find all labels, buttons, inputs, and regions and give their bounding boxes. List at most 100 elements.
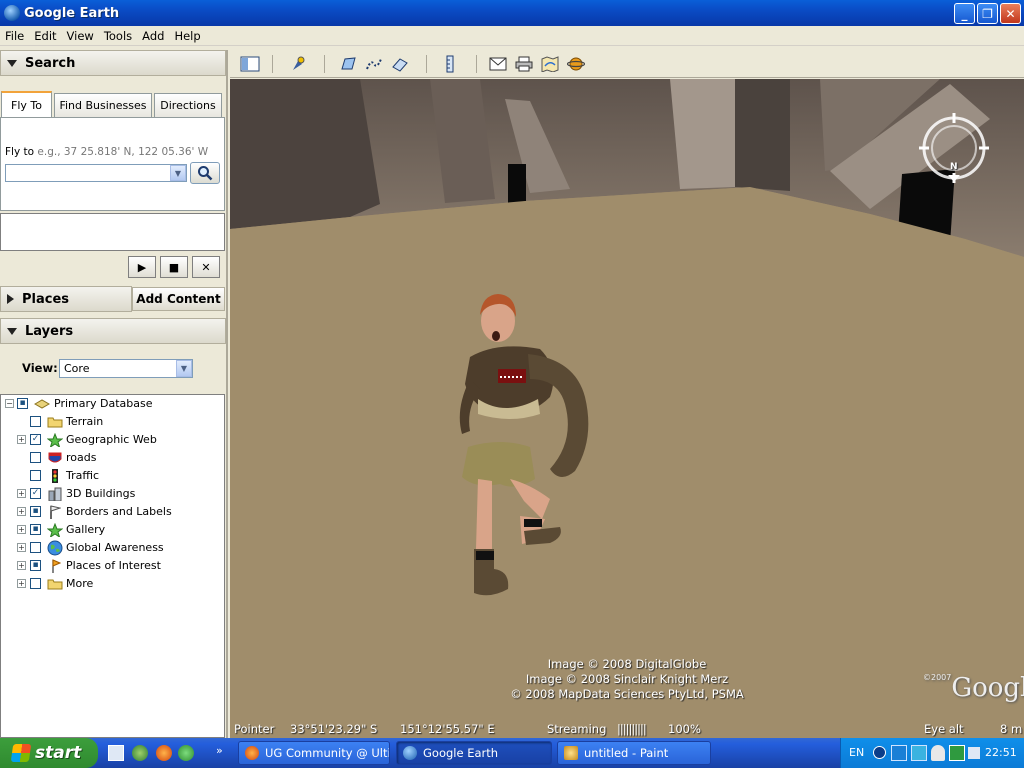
layer-row[interactable]: + ▪ Gallery — [1, 521, 225, 539]
sidebar-toggle-button[interactable] — [240, 55, 260, 73]
quicklaunch-firefox-icon[interactable] — [156, 745, 172, 761]
layer-row[interactable]: + ▪ Places of Interest — [1, 557, 225, 575]
quicklaunch-more-chevron-icon[interactable]: » — [216, 744, 223, 757]
expand-triangle-icon — [7, 294, 14, 304]
layers-panel-header[interactable]: Layers — [0, 318, 226, 344]
placemark-pin-icon — [293, 56, 305, 70]
quicklaunch-messenger-icon[interactable] — [178, 745, 194, 761]
task-ug-community[interactable]: UG Community @ Ulti... — [238, 741, 390, 765]
expand-toggle-icon[interactable]: + — [17, 507, 26, 516]
fly-to-input[interactable] — [5, 164, 187, 182]
layer-checkbox[interactable]: ▪ — [30, 506, 41, 517]
toolbar-separator — [426, 55, 427, 73]
menu-help[interactable]: Help — [169, 29, 205, 43]
layer-row[interactable]: + ✓ Geographic Web — [1, 431, 225, 449]
title-bar[interactable]: Google Earth _ ❐ ✕ — [0, 0, 1024, 26]
fly-to-dropdown-button[interactable]: ▼ — [170, 165, 186, 181]
add-placemark-button[interactable] — [288, 55, 308, 73]
layer-row[interactable]: − ▪ Primary Database — [1, 395, 225, 413]
layer-label: Primary Database — [54, 397, 153, 410]
start-button[interactable]: start — [0, 738, 98, 768]
layer-checkbox[interactable]: ▪ — [30, 560, 41, 571]
expand-toggle-icon[interactable]: + — [17, 543, 26, 552]
layer-checkbox[interactable]: ▪ — [17, 398, 28, 409]
add-polygon-button[interactable] — [338, 55, 358, 73]
email-envelope-icon — [489, 57, 507, 71]
add-content-button[interactable]: Add Content — [132, 287, 225, 311]
tab-find-businesses[interactable]: Find Businesses — [54, 93, 152, 117]
tray-user-icon[interactable] — [931, 745, 945, 761]
layer-row[interactable]: Terrain — [1, 413, 225, 431]
clear-results-button[interactable]: ✕ — [192, 256, 220, 278]
menu-edit[interactable]: Edit — [29, 29, 61, 43]
layer-label: Places of Interest — [66, 559, 161, 572]
add-path-button[interactable] — [364, 55, 384, 73]
task-google-earth[interactable]: Google Earth — [396, 741, 552, 765]
search-results-box[interactable] — [0, 213, 225, 251]
tray-volume-icon[interactable] — [968, 747, 980, 759]
view-dropdown-button[interactable]: ▼ — [176, 360, 192, 377]
fly-to-search-button[interactable] — [190, 162, 220, 184]
layer-label: Traffic — [66, 469, 100, 482]
planet-icon — [567, 57, 585, 71]
layer-row[interactable]: Traffic — [1, 467, 225, 485]
view-in-maps-button[interactable] — [540, 55, 560, 73]
earth-3d-viewport[interactable]: N Image © 2008 DigitalGlobe Image © 2008… — [230, 79, 1024, 738]
expand-toggle-icon[interactable]: + — [17, 489, 26, 498]
ruler-button[interactable] — [440, 55, 460, 73]
layer-row[interactable]: + ✓ 3D Buildings — [1, 485, 225, 503]
places-panel-header[interactable]: Places — [0, 286, 132, 312]
expand-toggle-icon[interactable]: − — [5, 399, 14, 408]
play-tour-button[interactable]: ▶ — [128, 256, 156, 278]
menu-add[interactable]: Add — [137, 29, 169, 43]
layer-checkbox[interactable] — [30, 416, 41, 427]
fly-to-panel: Fly to e.g., 37 25.818' N, 122 05.36' W … — [0, 117, 225, 211]
email-button[interactable] — [488, 55, 508, 73]
sky-switch-button[interactable] — [566, 55, 586, 73]
layer-row[interactable]: + Global Awareness — [1, 539, 225, 557]
layer-checkbox[interactable]: ✓ — [30, 488, 41, 499]
search-panel-header[interactable]: Search — [0, 50, 226, 76]
view-select[interactable]: Core — [59, 359, 193, 378]
expand-toggle-icon[interactable]: + — [17, 561, 26, 570]
menu-tools[interactable]: Tools — [99, 29, 137, 43]
task-paint[interactable]: untitled - Paint — [557, 741, 711, 765]
quicklaunch-desktop-icon[interactable] — [108, 745, 124, 761]
expand-toggle-icon[interactable]: + — [17, 525, 26, 534]
menu-file[interactable]: File — [0, 29, 29, 43]
layer-row[interactable]: roads — [1, 449, 225, 467]
menu-view[interactable]: View — [62, 29, 99, 43]
layer-checkbox[interactable]: ▪ — [30, 524, 41, 535]
credit-line: Image © 2008 Sinclair Knight Merz — [525, 672, 729, 686]
expand-toggle-icon[interactable]: + — [17, 579, 26, 588]
tab-fly-to[interactable]: Fly To — [1, 91, 52, 117]
layer-row[interactable]: + ▪ Borders and Labels — [1, 503, 225, 521]
print-button[interactable] — [514, 55, 534, 73]
quicklaunch-media-icon[interactable] — [132, 745, 148, 761]
layer-checkbox[interactable]: ✓ — [30, 434, 41, 445]
language-indicator[interactable]: EN — [849, 746, 864, 759]
image-overlay-icon — [392, 58, 408, 72]
tray-network-icon[interactable] — [891, 745, 907, 761]
logo-text: Google — [951, 673, 1024, 703]
tray-network-icon[interactable] — [911, 745, 927, 761]
minimize-button[interactable]: _ — [954, 3, 975, 24]
layer-row[interactable]: + More — [1, 575, 225, 593]
tray-back-icon[interactable] — [873, 746, 886, 759]
layer-checkbox[interactable] — [30, 578, 41, 589]
add-image-overlay-button[interactable] — [390, 55, 410, 73]
layer-checkbox[interactable] — [30, 452, 41, 463]
stop-tour-button[interactable]: ■ — [160, 256, 188, 278]
eye-altitude-value: 8 m — [1000, 722, 1023, 736]
toolbar-separator — [324, 55, 325, 73]
magnifier-icon — [198, 166, 213, 181]
close-button[interactable]: ✕ — [1000, 3, 1021, 24]
layer-checkbox[interactable] — [30, 470, 41, 481]
tray-app-icon[interactable] — [949, 745, 965, 761]
layer-checkbox[interactable] — [30, 542, 41, 553]
expand-toggle-icon[interactable]: + — [17, 435, 26, 444]
restore-button[interactable]: ❐ — [977, 3, 998, 24]
tab-directions[interactable]: Directions — [154, 93, 222, 117]
layer-label: roads — [66, 451, 97, 464]
task-label: UG Community @ Ulti... — [265, 746, 390, 760]
